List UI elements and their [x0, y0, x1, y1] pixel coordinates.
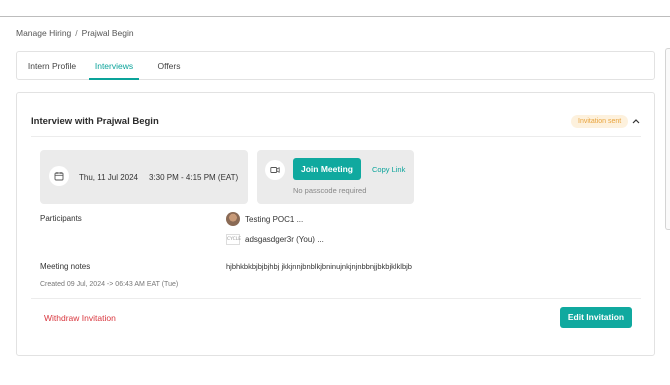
meeting-box: Join Meeting Copy Link No passcode requi…: [257, 150, 414, 204]
tabs-bar: Intern Profile Interviews Offers: [16, 51, 655, 80]
interview-time: 3:30 PM - 4:15 PM (EAT): [149, 173, 239, 182]
tab-intern-profile[interactable]: Intern Profile: [27, 52, 77, 80]
edit-invitation-button[interactable]: Edit Invitation: [560, 307, 632, 328]
meeting-notes-label: Meeting notes: [40, 262, 91, 271]
calendar-icon: [49, 166, 69, 186]
breadcrumb-parent[interactable]: Manage Hiring: [16, 28, 71, 38]
participants-label: Participants: [40, 214, 82, 223]
interview-title: Interview with Prajwal Begin: [31, 116, 159, 127]
top-divider: [0, 16, 670, 17]
avatar: [226, 212, 240, 226]
avatar: CYCLE: [226, 234, 241, 245]
meeting-notes-value: hjbhkbkbjbjbjhbj jkkjnnjbnblkjbninujnkjn…: [226, 262, 412, 271]
passcode-note: No passcode required: [293, 186, 367, 195]
breadcrumb-separator: /: [75, 28, 78, 38]
withdraw-invitation-button[interactable]: Withdraw Invitation: [44, 313, 116, 323]
video-camera-icon: [265, 160, 285, 180]
status-badge: Invitation sent: [571, 115, 629, 128]
interview-card: Interview with Prajwal Begin Invitation …: [16, 92, 655, 356]
tab-interviews[interactable]: Interviews: [89, 52, 139, 80]
participant-name: Testing POC1 ...: [245, 215, 304, 224]
interview-date: Thu, 11 Jul 2024: [79, 173, 139, 182]
footer-divider: [31, 298, 641, 299]
side-panel-edge[interactable]: [665, 48, 670, 230]
breadcrumb: Manage Hiring / Prajwal Begin: [16, 28, 134, 38]
join-meeting-button[interactable]: Join Meeting: [293, 158, 361, 180]
copy-link-button[interactable]: Copy Link: [372, 165, 405, 174]
created-timestamp: Created 09 Jul, 2024 -> 06:43 AM EAT (Tu…: [40, 281, 179, 288]
schedule-box: Thu, 11 Jul 2024 3:30 PM - 4:15 PM (EAT): [40, 150, 248, 204]
title-divider: [31, 136, 641, 137]
breadcrumb-current: Prajwal Begin: [81, 28, 134, 38]
participant-name: adsgasdger3r (You) ...: [245, 235, 324, 244]
chevron-up-icon[interactable]: [630, 114, 642, 128]
tab-offers[interactable]: Offers: [155, 52, 183, 80]
